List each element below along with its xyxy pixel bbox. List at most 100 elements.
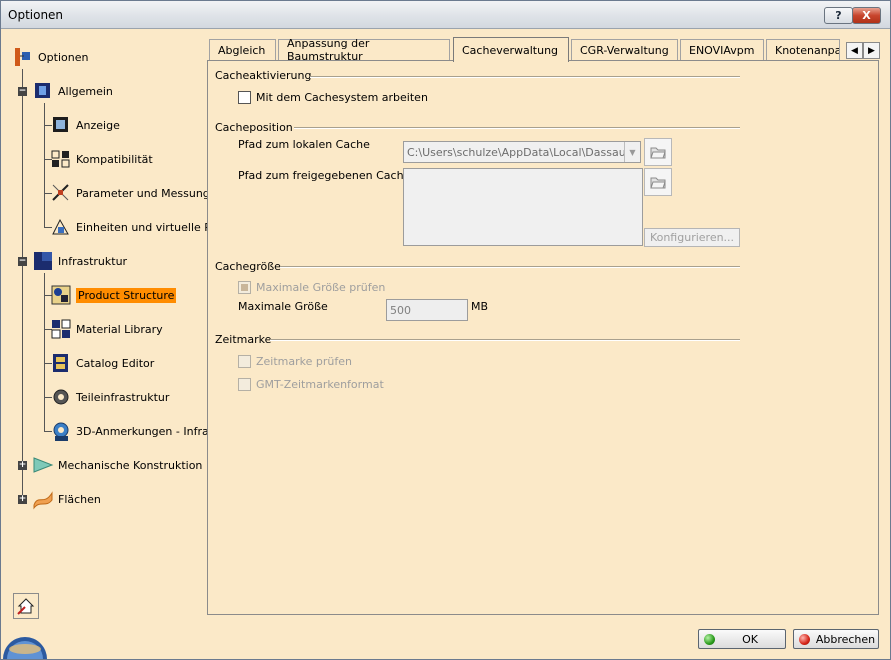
tree-item-3d-anmerkungen[interactable]: 3D-Anmerkungen - Infra bbox=[50, 420, 209, 442]
tree-label-parameter: Parameter und Messung bbox=[76, 186, 210, 200]
tree-item-material-library[interactable]: Material Library bbox=[50, 318, 163, 340]
check-max-size-label: Maximale Größe prüfen bbox=[256, 281, 386, 294]
annotation-gear-icon bbox=[50, 420, 72, 442]
tree-item-catalog-editor[interactable]: Catalog Editor bbox=[50, 352, 154, 374]
divider bbox=[310, 76, 740, 78]
reset-options-button[interactable] bbox=[13, 593, 39, 619]
divider bbox=[294, 127, 740, 129]
tree-label-catalog-editor: Catalog Editor bbox=[76, 356, 155, 370]
tree-label-product-structure: Product Structure bbox=[76, 287, 177, 303]
tree-label-anzeige: Anzeige bbox=[76, 118, 120, 132]
browse-local-cache-button[interactable] bbox=[644, 138, 672, 166]
group-title-cachegroesse: Cachegröße bbox=[215, 260, 281, 273]
tree-item-product-structure[interactable]: Product Structure bbox=[50, 284, 177, 306]
chevron-down-icon: ▼ bbox=[624, 142, 640, 162]
globe-decoration-icon bbox=[3, 629, 47, 659]
group-title-cacheposition: Cacheposition bbox=[215, 121, 293, 134]
tab-scroll-left-button[interactable]: ◀ bbox=[846, 42, 863, 59]
material-library-icon bbox=[50, 318, 72, 340]
local-cache-path-value: C:\Users\schulze\AppData\Local\Dassault bbox=[407, 145, 624, 159]
tab-strip: Abgleich Anpassung der Baumstruktur Cach… bbox=[207, 37, 880, 63]
ok-button[interactable]: OK bbox=[698, 629, 786, 649]
tree-label-flaechen: Flächen bbox=[58, 492, 101, 506]
cacheverwaltung-panel: Cacheaktivierung Mit dem Cachesystem arb… bbox=[207, 60, 879, 615]
tab-knotenanpassung[interactable]: Knotenanpas bbox=[766, 39, 840, 60]
infrastructure-icon bbox=[32, 250, 54, 272]
window-title: Optionen bbox=[8, 8, 64, 22]
group-title-cacheaktivierung: Cacheaktivierung bbox=[215, 69, 312, 82]
mechanical-design-icon bbox=[32, 454, 54, 476]
gear-icon bbox=[50, 386, 72, 408]
cancel-red-dot-icon bbox=[799, 633, 810, 645]
tree-item-einheiten[interactable]: Einheiten und virtuelle R bbox=[50, 216, 212, 238]
house-arrow-icon bbox=[17, 598, 35, 615]
expander-flaechen[interactable]: + bbox=[18, 495, 27, 504]
tree-item-mechanische-konstruktion[interactable]: Mechanische Konstruktion bbox=[32, 454, 202, 476]
tab-cgr-verwaltung[interactable]: CGR-Verwaltung bbox=[571, 39, 678, 60]
check-max-size-checkbox[interactable] bbox=[238, 281, 251, 294]
expander-infrastruktur[interactable]: − bbox=[18, 257, 27, 266]
tab-abgleich[interactable]: Abgleich bbox=[209, 39, 276, 60]
display-icon bbox=[50, 114, 72, 136]
tab-anpassung-baumstruktur[interactable]: Anpassung der Baumstruktur bbox=[278, 37, 450, 63]
tree-item-kompatibilitaet[interactable]: Kompatibilität bbox=[50, 148, 153, 170]
tree-label-einheiten: Einheiten und virtuelle R bbox=[76, 220, 212, 234]
product-structure-icon bbox=[50, 284, 72, 306]
options-tree: Optionen − Allgemein Anzeige Kompatibili… bbox=[10, 37, 212, 627]
ok-green-dot-icon bbox=[704, 633, 715, 645]
catalog-editor-icon bbox=[50, 352, 72, 374]
folder-browse-icon bbox=[650, 177, 666, 189]
expander-mechanische-konstruktion[interactable]: + bbox=[18, 461, 27, 470]
close-button[interactable]: X bbox=[852, 7, 881, 24]
cancel-button-label: Abbrechen bbox=[815, 632, 876, 646]
cancel-button[interactable]: Abbrechen bbox=[793, 629, 879, 649]
tree-label-kompatibilitaet: Kompatibilität bbox=[76, 152, 153, 166]
tree-label-root: Optionen bbox=[38, 50, 89, 64]
configure-button[interactable]: Konfigurieren... bbox=[644, 228, 740, 247]
compatibility-icon bbox=[50, 148, 72, 170]
divider bbox=[280, 266, 740, 268]
check-timestamp-label: Zeitmarke prüfen bbox=[256, 355, 352, 368]
general-icon bbox=[32, 80, 54, 102]
tree-item-allgemein[interactable]: Allgemein bbox=[32, 80, 113, 102]
tab-scroll-right-button[interactable]: ▶ bbox=[863, 42, 880, 59]
tree-item-teileinfrastruktur[interactable]: Teileinfrastruktur bbox=[50, 386, 169, 408]
local-cache-label: Pfad zum lokalen Cache bbox=[238, 138, 370, 151]
folder-browse-icon bbox=[650, 147, 666, 159]
tree-label-3d-anmerkungen: 3D-Anmerkungen - Infra bbox=[76, 424, 209, 438]
tab-cacheverwaltung[interactable]: Cacheverwaltung bbox=[453, 37, 569, 62]
browse-shared-cache-button[interactable] bbox=[644, 168, 672, 196]
options-dialog: Optionen ? X Optionen − Allgemein Anzeig… bbox=[0, 0, 891, 660]
max-size-unit: MB bbox=[471, 300, 489, 313]
max-size-label: Maximale Größe bbox=[238, 300, 328, 313]
options-root-icon bbox=[12, 46, 34, 68]
tree-item-anzeige[interactable]: Anzeige bbox=[50, 114, 120, 136]
tab-enoviavpm[interactable]: ENOVIAvpm bbox=[680, 39, 764, 60]
shared-cache-label: Pfad zum freigegebenen Cache bbox=[238, 169, 411, 182]
tree-item-parameter[interactable]: Parameter und Messung bbox=[50, 182, 210, 204]
local-cache-path-combo[interactable]: C:\Users\schulze\AppData\Local\Dassault … bbox=[403, 141, 641, 163]
divider bbox=[270, 339, 740, 341]
parameter-icon bbox=[50, 182, 72, 204]
units-icon bbox=[50, 216, 72, 238]
tree-label-teileinfrastruktur: Teileinfrastruktur bbox=[76, 390, 170, 404]
group-title-zeitmarke: Zeitmarke bbox=[215, 333, 272, 346]
gmt-timestamp-checkbox[interactable] bbox=[238, 378, 251, 391]
shared-cache-path-field[interactable] bbox=[403, 168, 643, 246]
help-button[interactable]: ? bbox=[824, 7, 853, 24]
tree-label-material-library: Material Library bbox=[76, 322, 163, 336]
tree-label-infrastruktur: Infrastruktur bbox=[58, 254, 128, 268]
tree-label-mechanische-konstruktion: Mechanische Konstruktion bbox=[58, 458, 203, 472]
gmt-timestamp-label: GMT-Zeitmarkenformat bbox=[256, 378, 384, 391]
surfaces-icon bbox=[32, 488, 54, 510]
ok-button-label: OK bbox=[742, 632, 758, 646]
use-cache-label: Mit dem Cachesystem arbeiten bbox=[256, 91, 428, 104]
use-cache-checkbox[interactable] bbox=[238, 91, 251, 104]
tree-item-flaechen[interactable]: Flächen bbox=[32, 488, 101, 510]
check-timestamp-checkbox[interactable] bbox=[238, 355, 251, 368]
expander-allgemein[interactable]: − bbox=[18, 87, 27, 96]
tree-item-infrastruktur[interactable]: Infrastruktur bbox=[32, 250, 127, 272]
title-bar: Optionen ? X bbox=[1, 1, 890, 29]
tree-root-optionen[interactable]: Optionen bbox=[12, 46, 88, 68]
max-size-input[interactable]: 500 bbox=[386, 299, 468, 321]
